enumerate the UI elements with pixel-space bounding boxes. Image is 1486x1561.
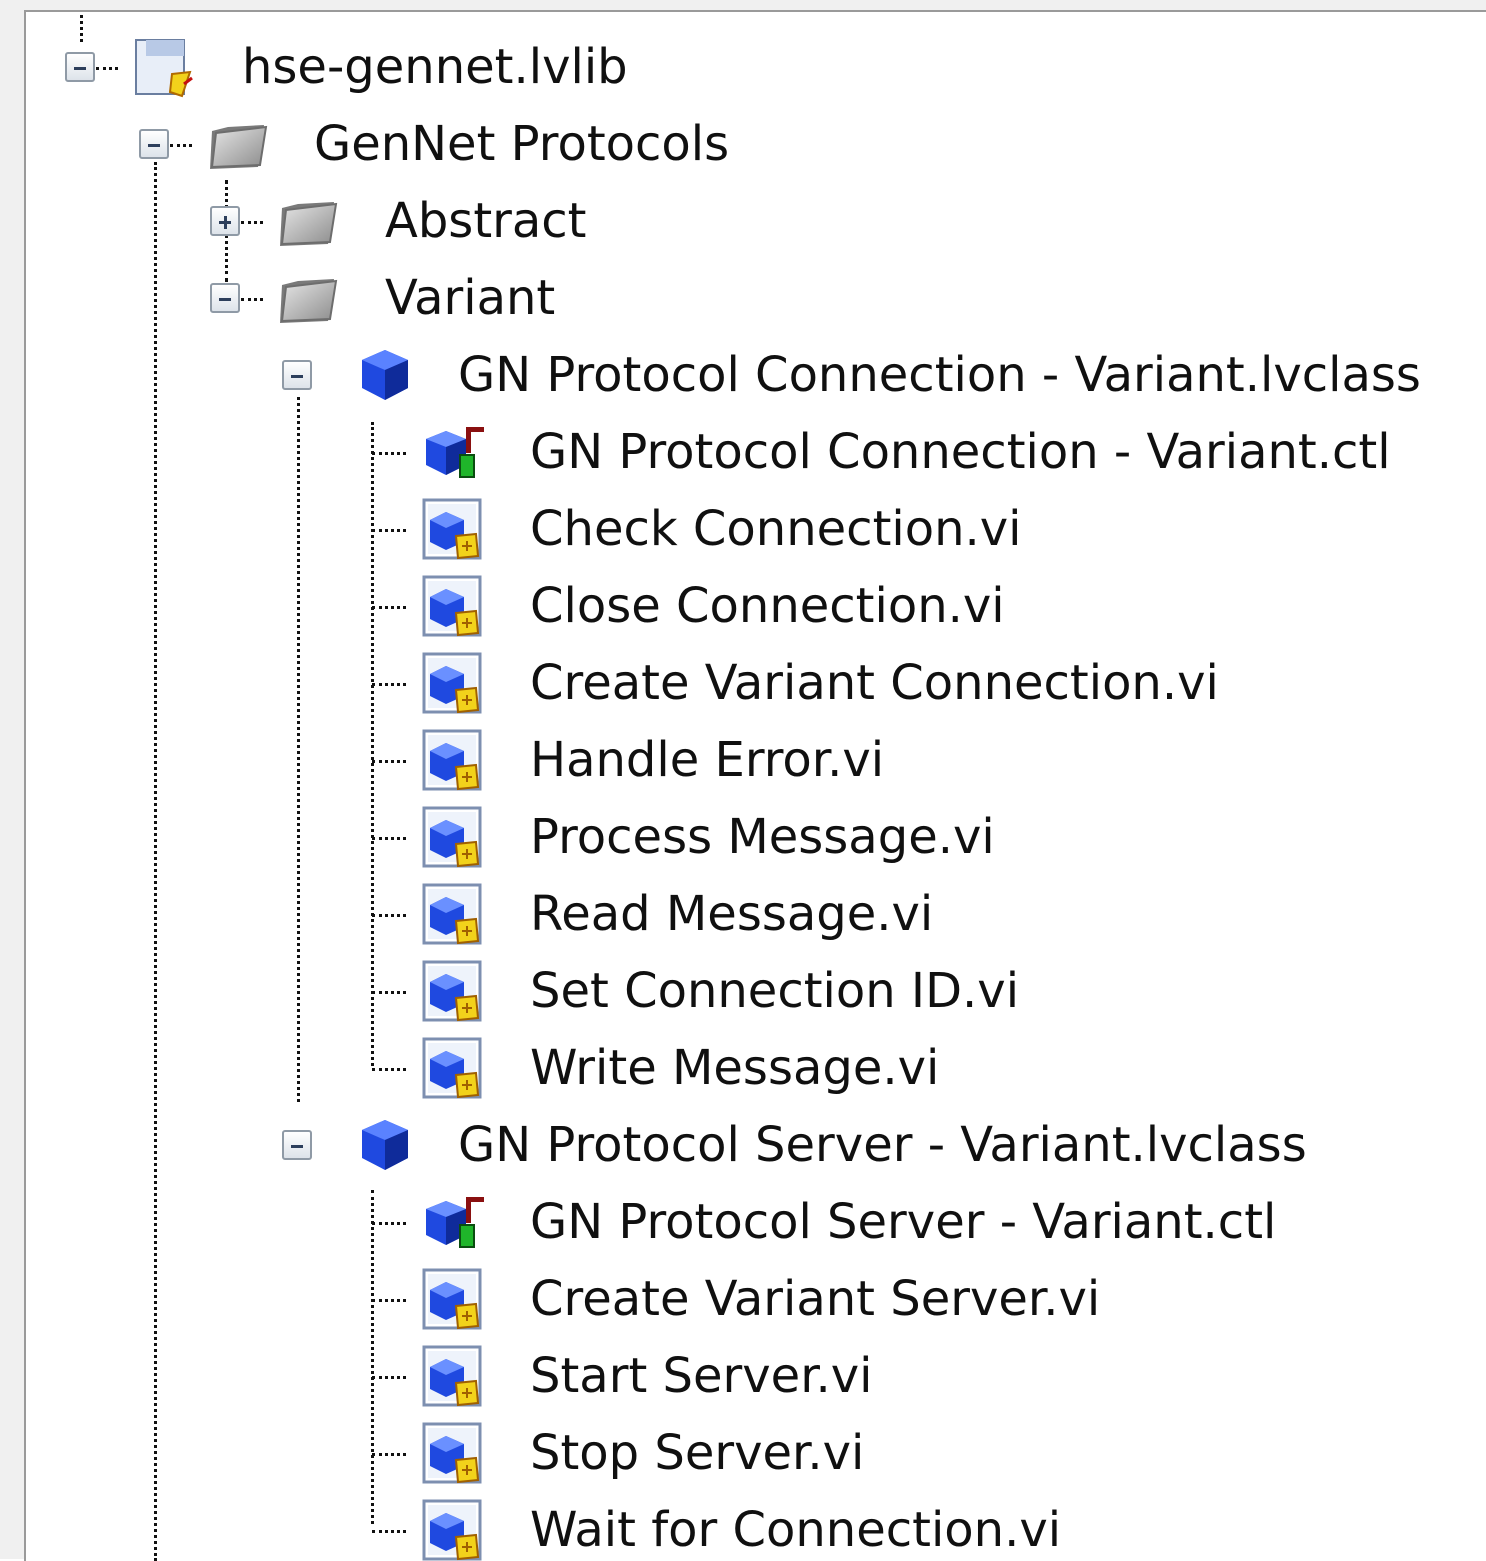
tree-branch: [372, 683, 406, 686]
library-expander[interactable]: [65, 52, 95, 82]
expander-minus-bar: [291, 1145, 303, 1148]
tree-item[interactable]: Stop Server.vi: [530, 1423, 864, 1483]
tree-line-class1: [371, 422, 374, 1066]
vi-icon: [422, 498, 484, 560]
expander-minus-bar: [291, 375, 303, 378]
folder-icon: [276, 267, 338, 329]
class-expander-1[interactable]: [282, 1130, 312, 1160]
lvclass-icon: [354, 1114, 416, 1176]
tree-item[interactable]: Write Message.vi: [530, 1038, 939, 1098]
tree-branch: [372, 1299, 406, 1302]
tree-branch: [372, 529, 406, 532]
vi-icon: [422, 960, 484, 1022]
expander-minus-bar: [219, 298, 231, 301]
tree-branch: [372, 1222, 406, 1225]
vi-icon: [422, 1268, 484, 1330]
project-tree[interactable]: hse-gennet.lvlib GenNet Protocols Abstract…: [24, 10, 1486, 1561]
vi-icon: [422, 1037, 484, 1099]
vi-icon: [422, 729, 484, 791]
tree-branch: [241, 221, 263, 224]
tree-branch: [372, 1453, 406, 1456]
tree-branch: [372, 1376, 406, 1379]
tree-item[interactable]: Check Connection.vi: [530, 499, 1022, 559]
vi-icon: [422, 575, 484, 637]
tree-branch: [372, 452, 406, 455]
tree-line-class2: [371, 1190, 374, 1524]
expander-plus-bar: [224, 216, 227, 229]
class-expander-0[interactable]: [282, 360, 312, 390]
folder-abstract[interactable]: Abstract: [385, 191, 587, 251]
tree-branch: [170, 144, 192, 147]
tree-branch: [96, 67, 118, 70]
tree-item[interactable]: Process Message.vi: [530, 807, 995, 867]
tree-item[interactable]: Handle Error.vi: [530, 730, 884, 790]
folder-icon: [206, 113, 268, 175]
tree-line-root: [80, 12, 83, 42]
tree-branch: [372, 760, 406, 763]
tree-item[interactable]: Start Server.vi: [530, 1346, 873, 1406]
folder-expander-variant[interactable]: [210, 283, 240, 313]
vi-icon: [422, 1422, 484, 1484]
tree-branch: [372, 1068, 406, 1071]
vi-icon: [422, 652, 484, 714]
tree-line-level1: [154, 162, 157, 1561]
tree-item[interactable]: Wait for Connection.vi: [530, 1500, 1061, 1560]
folder-expander-abstract[interactable]: [210, 206, 240, 236]
expander-minus-bar: [148, 144, 160, 147]
tree-item[interactable]: Read Message.vi: [530, 884, 933, 944]
tree-item[interactable]: GN Protocol Connection - Variant.ctl: [530, 422, 1391, 482]
tree-item[interactable]: Close Connection.vi: [530, 576, 1005, 636]
vi-icon: [422, 883, 484, 945]
class-control-icon: [422, 1191, 484, 1253]
tree-item[interactable]: Set Connection ID.vi: [530, 961, 1019, 1021]
lvclass-icon: [354, 344, 416, 406]
tree-line-level3a: [297, 397, 300, 1102]
class-node-0[interactable]: GN Protocol Connection - Variant.lvclass: [458, 345, 1421, 405]
class-node-1[interactable]: GN Protocol Server - Variant.lvclass: [458, 1115, 1307, 1175]
folder-variant[interactable]: Variant: [385, 268, 555, 328]
tree-branch: [372, 991, 406, 994]
tree-item[interactable]: GN Protocol Server - Variant.ctl: [530, 1192, 1276, 1252]
vi-icon: [422, 1499, 484, 1561]
tree-branch: [372, 1530, 406, 1533]
tree-branch: [372, 606, 406, 609]
vi-icon: [422, 1345, 484, 1407]
folder-icon: [276, 190, 338, 252]
expander-minus-bar: [74, 67, 86, 70]
vi-icon: [422, 806, 484, 868]
folder-expander-gennet[interactable]: [139, 129, 169, 159]
library-node[interactable]: hse-gennet.lvlib: [242, 37, 628, 97]
tree-branch: [372, 837, 406, 840]
tree-item[interactable]: Create Variant Server.vi: [530, 1269, 1100, 1329]
class-control-icon: [422, 421, 484, 483]
tree-item[interactable]: Create Variant Connection.vi: [530, 653, 1219, 713]
tree-branch: [372, 914, 406, 917]
folder-gennet-protocols[interactable]: GenNet Protocols: [314, 114, 729, 174]
library-icon: [132, 36, 194, 98]
tree-branch: [241, 298, 263, 301]
